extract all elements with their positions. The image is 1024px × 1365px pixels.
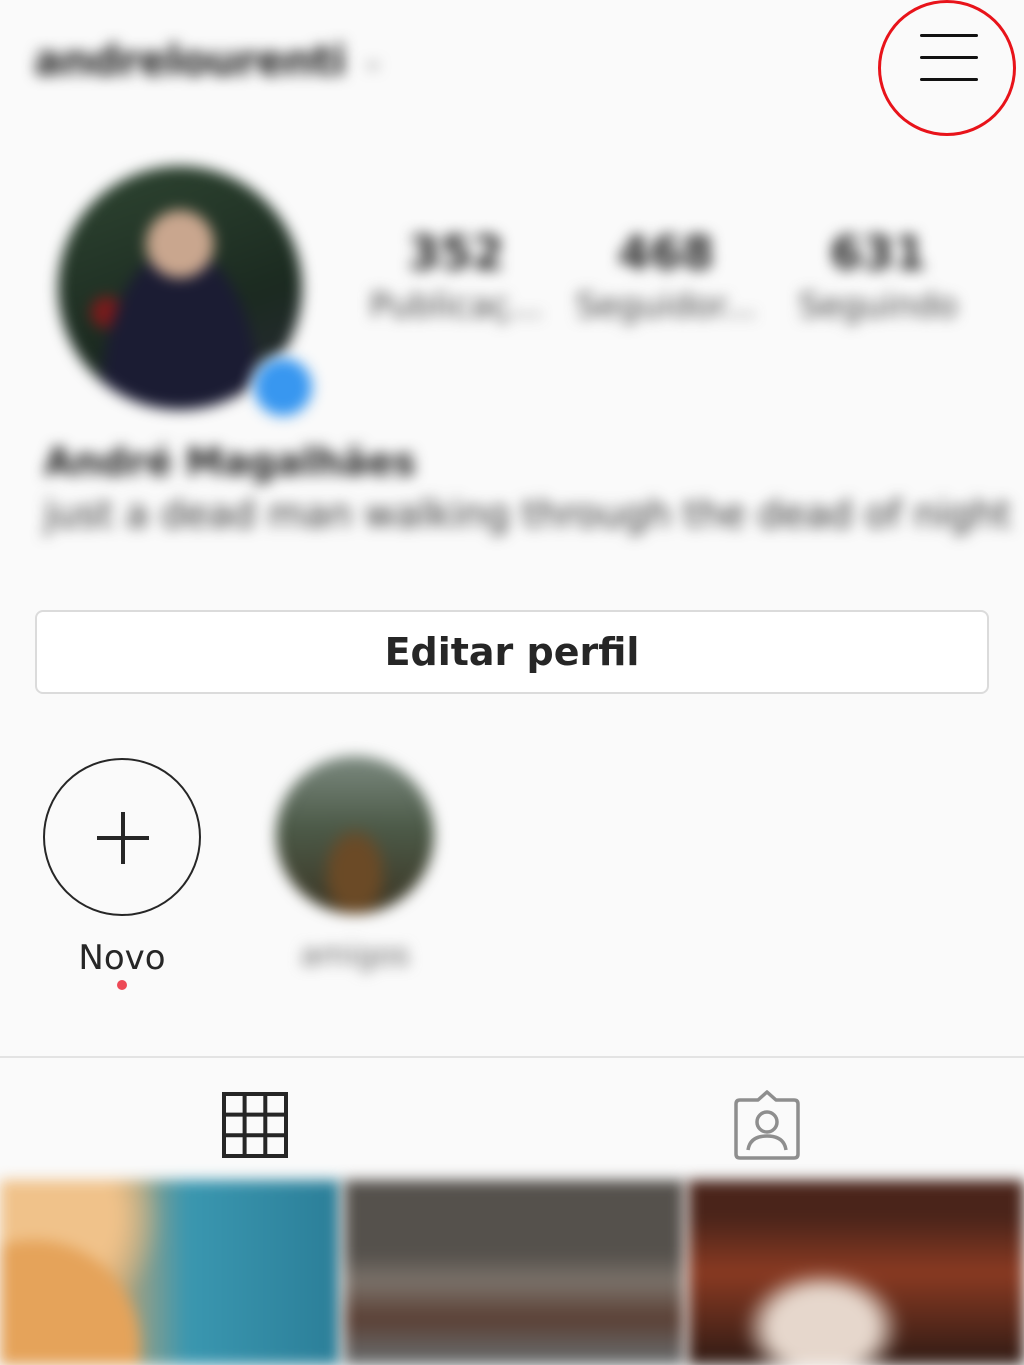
add-story-badge-icon[interactable] [250, 354, 316, 420]
divider [0, 1056, 1024, 1058]
stat-posts-label: Publicaç... [369, 286, 543, 326]
tagged-user-icon[interactable] [732, 1090, 802, 1160]
stat-posts[interactable]: 352 Publicaç... [356, 226, 556, 326]
grid-icon[interactable] [222, 1092, 288, 1158]
stat-following[interactable]: 631 Seguindo [778, 226, 978, 326]
stat-following-label: Seguindo [798, 286, 958, 326]
chevron-down-icon[interactable]: ⌄ [362, 46, 384, 76]
plus-icon-vertical [121, 812, 125, 864]
username[interactable]: andrelourenti [34, 36, 346, 85]
stat-followers-label: Seguidor... [575, 286, 757, 326]
notification-dot [117, 980, 127, 990]
post-thumbnail[interactable] [344, 1180, 684, 1365]
profile-bio: just a dead man walking through the dead… [44, 492, 1012, 536]
highlight-amigos[interactable] [276, 756, 434, 914]
edit-profile-button[interactable]: Editar perfil [35, 610, 989, 694]
stat-followers[interactable]: 468 Seguidor... [566, 226, 766, 326]
stat-posts-value: 352 [407, 226, 505, 280]
post-thumbnail[interactable] [688, 1180, 1024, 1365]
highlight-amigos-label: amigos [300, 938, 410, 973]
post-thumbnail[interactable] [0, 1180, 340, 1365]
new-highlight-button[interactable] [43, 758, 201, 916]
menu-line [920, 34, 978, 37]
stat-followers-value: 468 [617, 226, 715, 280]
new-highlight-label: Novo [78, 938, 166, 978]
menu-line [920, 56, 978, 59]
hamburger-menu-icon[interactable] [914, 26, 984, 90]
profile-full-name: André Magalhães [44, 440, 416, 484]
stat-following-value: 631 [829, 226, 927, 280]
menu-line [920, 78, 978, 81]
